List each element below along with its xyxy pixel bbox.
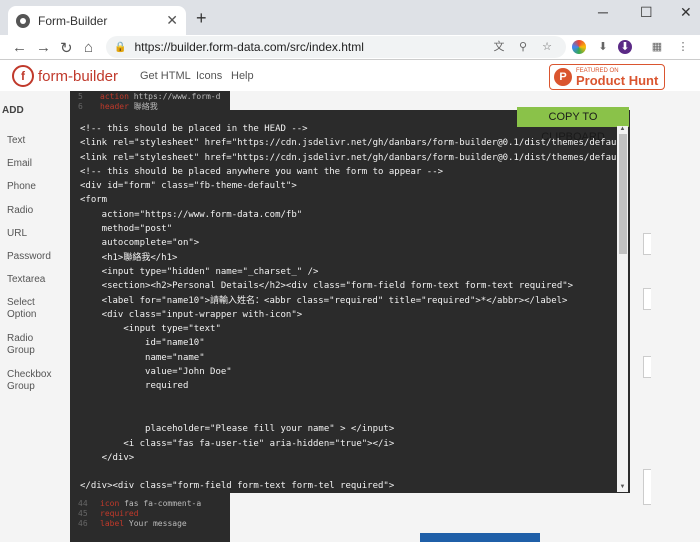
code-line: <i class="fas fa-user-tie" aria-hidden="…	[80, 438, 395, 449]
logo-text: form-builder	[38, 67, 119, 85]
browser-toolbar: ← → ↻ ⌂ 🔒 https://builder.form-data.com/…	[0, 35, 700, 60]
code-line: <!-- this should be placed in the HEAD -…	[80, 124, 308, 134]
back-icon[interactable]: ←	[12, 39, 27, 56]
preview-input[interactable]	[643, 356, 651, 378]
app-header: f form-builder Get HTML Icons Help P FEA…	[0, 61, 700, 91]
bookmark-star-icon[interactable]: ☆	[540, 40, 554, 54]
code-line: name="name"	[80, 352, 205, 363]
product-hunt-badge[interactable]: P FEATURED ON Product Hunt	[549, 64, 665, 90]
translate-icon[interactable]: 文	[492, 40, 506, 54]
editor-line: 45 required	[78, 509, 139, 518]
code-line: placeholder="Please fill your name" > </…	[80, 424, 395, 435]
close-window-icon[interactable]: ✕	[680, 4, 692, 21]
logo[interactable]: f form-builder	[12, 65, 118, 87]
minimize-icon[interactable]: ─	[598, 4, 608, 20]
code-line: autocomplete="on">	[80, 238, 200, 249]
code-line: <!-- this should be placed anywhere you …	[80, 166, 444, 177]
sidebar-item-radio-group[interactable]: Radio Group	[7, 333, 35, 357]
editor-line: 5 action https://www.form-d	[78, 92, 221, 101]
sidebar-item-textarea[interactable]: Textarea	[7, 274, 45, 286]
code-line: <input type="text"	[80, 324, 221, 335]
sidebar-heading: ADD	[2, 105, 24, 116]
scroll-down-arrow-icon[interactable]: ▼	[617, 484, 628, 490]
ph-name: Product Hunt	[576, 72, 659, 88]
code-line: </div><div class="form-field form-text f…	[80, 481, 395, 492]
code-line: <div id="form" class="fb-theme-default">	[80, 181, 297, 192]
menu-get-html[interactable]: Get HTML	[140, 70, 191, 82]
code-line: <div class="input-wrapper with-icon">	[80, 309, 303, 320]
code-line: <input type="hidden" name="_charset_" />	[80, 266, 319, 277]
maximize-icon[interactable]: ☐	[640, 4, 653, 21]
profile-icon[interactable]: ▦	[650, 40, 664, 54]
code-line: id="name10"	[80, 338, 205, 349]
tab-title: Form-Builder	[38, 13, 108, 28]
browser-titlebar: Form-Builder ✕ + ─ ☐ ✕	[0, 0, 700, 35]
code-line: required	[80, 381, 189, 392]
menu-icons[interactable]: Icons	[196, 70, 222, 82]
reload-icon[interactable]: ↻	[60, 39, 73, 57]
sidebar: ADD Text Email Phone Radio URL Password …	[0, 91, 68, 542]
home-icon[interactable]: ⌂	[84, 39, 93, 56]
browser-tab[interactable]: Form-Builder ✕	[8, 6, 186, 35]
url-text: https://builder.form-data.com/src/index.…	[134, 40, 364, 54]
code-line: <h1>聯絡我</h1>	[80, 252, 178, 263]
forward-icon[interactable]: →	[36, 39, 51, 56]
code-line: <link rel="stylesheet" href="https://cdn…	[80, 152, 617, 163]
close-tab-icon[interactable]: ✕	[166, 12, 178, 29]
code-line: action="https://www.form-data.com/fb"	[80, 209, 303, 220]
scroll-up-arrow-icon[interactable]: ▲	[617, 126, 628, 132]
zoom-icon[interactable]: ⚲	[516, 40, 530, 54]
sidebar-item-url[interactable]: URL	[7, 228, 27, 240]
sidebar-item-password[interactable]: Password	[7, 251, 51, 263]
extension-purple-icon[interactable]: ⬇	[618, 40, 632, 54]
sidebar-item-checkbox-group[interactable]: Checkbox Group	[7, 369, 51, 393]
code-line: </div>	[80, 452, 135, 463]
preview-submit-button[interactable]	[420, 533, 540, 542]
menu-help[interactable]: Help	[231, 70, 254, 82]
code-line: value="John Doe"	[80, 367, 232, 378]
preview-textarea[interactable]	[643, 469, 651, 505]
sidebar-item-email[interactable]: Email	[7, 158, 32, 170]
extension-icon[interactable]	[572, 40, 586, 54]
code-line: <section><h2>Personal Details</h2><div c…	[80, 281, 574, 292]
globe-icon	[16, 13, 30, 28]
new-tab-button[interactable]: +	[196, 8, 207, 29]
sidebar-item-phone[interactable]: Phone	[7, 181, 36, 193]
code-line: <label for="name10">請輸入姓名：<abbr class="r…	[80, 295, 568, 306]
lock-icon: 🔒	[114, 41, 127, 53]
download-icon[interactable]: ⬇	[596, 40, 610, 54]
code-line: method="post"	[80, 224, 173, 235]
sidebar-item-text[interactable]: Text	[7, 135, 25, 147]
code-line: <link rel="stylesheet" href="https://cdn…	[80, 138, 617, 149]
preview-input[interactable]	[643, 288, 651, 310]
scrollbar-thumb[interactable]	[619, 134, 627, 254]
editor-line: 46 label Your message	[78, 519, 187, 528]
menu-icon[interactable]: ⋮	[676, 40, 690, 54]
html-code-output[interactable]: <!-- this should be placed in the HEAD -…	[80, 122, 617, 492]
logo-mark: f	[12, 65, 34, 87]
sidebar-item-radio[interactable]: Radio	[7, 205, 33, 217]
product-hunt-icon: P	[554, 68, 572, 86]
preview-input[interactable]	[643, 233, 651, 255]
code-line: <form	[80, 195, 108, 206]
sidebar-item-select-option[interactable]: Select Option	[7, 297, 36, 321]
editor-line: 44 icon fas fa-comment-a	[78, 499, 202, 508]
